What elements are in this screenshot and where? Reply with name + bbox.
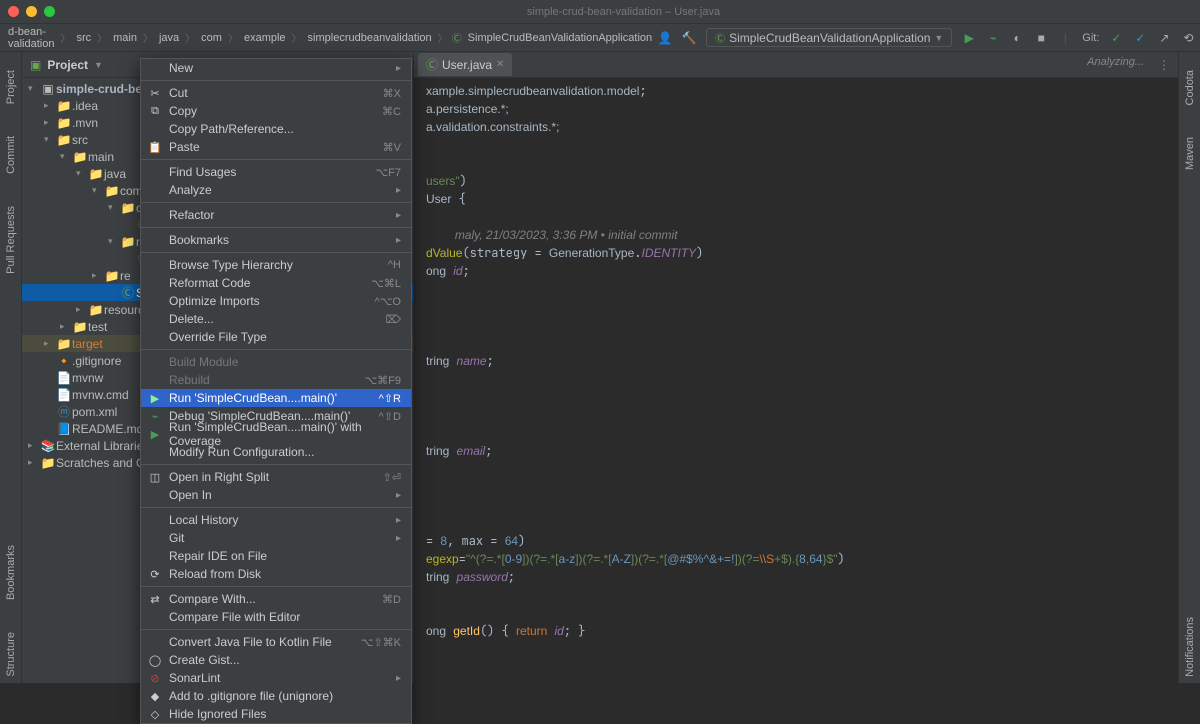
editor-tab[interactable]: Ⓒ User.java ✕ — [418, 53, 512, 76]
tab-label: User.java — [442, 58, 492, 72]
git-label: Git: — [1082, 32, 1099, 44]
github-icon: ◯ — [147, 654, 163, 667]
breadcrumb[interactable]: com — [199, 32, 224, 44]
menu-compare[interactable]: ⇄Compare With...⌘D — [141, 590, 411, 608]
menu-override[interactable]: Override File Type — [141, 328, 411, 346]
scissors-icon: ✂ — [147, 87, 163, 100]
sidebar-tab-notifications[interactable]: Notifications — [1184, 611, 1196, 683]
stop-icon[interactable]: ■ — [1034, 31, 1048, 45]
coverage-icon: ▶ — [147, 428, 163, 441]
debug-icon[interactable]: ⌁ — [986, 31, 1000, 45]
git-history-icon[interactable]: ⟲ — [1181, 31, 1195, 45]
context-menu: New▸ ✂Cut⌘X ⧉Copy⌘C Copy Path/Reference.… — [140, 58, 412, 724]
menu-new[interactable]: New▸ — [141, 59, 411, 77]
menu-coverage[interactable]: ▶Run 'SimpleCrudBean....main()' with Cov… — [141, 425, 411, 443]
menu-cut[interactable]: ✂Cut⌘X — [141, 84, 411, 102]
menu-delete[interactable]: Delete...⌦ — [141, 310, 411, 328]
menu-copy[interactable]: ⧉Copy⌘C — [141, 102, 411, 120]
run-config-icon: Ⓒ — [715, 30, 725, 45]
close-window[interactable] — [8, 6, 19, 17]
gitignore-icon: ◆ — [147, 690, 163, 703]
menu-copypath[interactable]: Copy Path/Reference... — [141, 120, 411, 138]
chevron-down-icon: ▼ — [934, 33, 943, 43]
git-push-icon[interactable]: ↗ — [1157, 31, 1171, 45]
menu-opensplit[interactable]: ◫Open in Right Split⇧⏎ — [141, 468, 411, 486]
menu-browsetype[interactable]: Browse Type Hierarchy^H — [141, 256, 411, 274]
menu-refactor[interactable]: Refactor▸ — [141, 206, 411, 224]
menu-git[interactable]: Git▸ — [141, 529, 411, 547]
window-title: simple-crud-bean-validation – User.java — [55, 6, 1192, 18]
coverage-icon[interactable]: ◐ — [1010, 31, 1024, 45]
chevron-icon: 〉 — [60, 30, 70, 45]
menu-kotlin[interactable]: Convert Java File to Kotlin File⌥⇧⌘K — [141, 633, 411, 651]
menu-findusages[interactable]: Find Usages⌥F7 — [141, 163, 411, 181]
run-config-dropdown[interactable]: Ⓒ SimpleCrudBeanValidationApplication ▼ — [706, 28, 952, 47]
menu-reload[interactable]: ⟳Reload from Disk — [141, 565, 411, 583]
menu-localhist[interactable]: Local History▸ — [141, 511, 411, 529]
breadcrumb[interactable]: src — [74, 32, 93, 44]
reload-icon: ⟳ — [147, 568, 163, 581]
java-class-icon: Ⓒ — [426, 56, 438, 73]
hammer-icon[interactable]: 🔨 — [682, 31, 696, 45]
code-editor[interactable]: xample.simplecrudbeanvalidation.model; a… — [414, 78, 1178, 644]
maximize-window[interactable] — [44, 6, 55, 17]
run-config-label: SimpleCrudBeanValidationApplication — [729, 31, 930, 45]
breadcrumb[interactable]: d-bean-validation — [6, 26, 56, 50]
tab-options-icon[interactable]: ⋮ — [1150, 58, 1178, 72]
menu-rebuild: Rebuild⌥⌘F9 — [141, 371, 411, 389]
menu-hideign[interactable]: ◇Hide Ignored Files — [141, 705, 411, 723]
breadcrumb[interactable]: simplecrudbeanvalidation — [306, 32, 434, 44]
panel-title: Project — [47, 58, 88, 72]
minimize-window[interactable] — [26, 6, 37, 17]
menu-gist[interactable]: ◯Create Gist... — [141, 651, 411, 669]
analyzing-status: Analyzing... — [1087, 56, 1144, 68]
menu-optimize[interactable]: Optimize Imports^⌥O — [141, 292, 411, 310]
menu-repair[interactable]: Repair IDE on File — [141, 547, 411, 565]
sidebar-tab-maven[interactable]: Maven — [1184, 131, 1196, 176]
breadcrumb[interactable]: SimpleCrudBeanValidationApplication — [466, 32, 654, 44]
menu-modify[interactable]: Modify Run Configuration... — [141, 443, 411, 461]
sidebar-tab-codota[interactable]: Codota — [1184, 64, 1196, 111]
user-icon[interactable]: 👤 — [658, 31, 672, 45]
menu-build: Build Module — [141, 353, 411, 371]
menu-sonar[interactable]: ⊘SonarLint▸ — [141, 669, 411, 687]
chevron-down-icon[interactable]: ▼ — [94, 60, 103, 70]
close-tab-icon[interactable]: ✕ — [496, 59, 504, 70]
sidebar-tab-structure[interactable]: Structure — [5, 626, 17, 683]
sidebar-tab-project[interactable]: Project — [5, 64, 17, 110]
menu-openin[interactable]: Open In▸ — [141, 486, 411, 504]
project-icon: ▣ — [30, 58, 41, 72]
sidebar-tab-pullrequests[interactable]: Pull Requests — [5, 200, 17, 280]
gitignore-icon: ◇ — [147, 708, 163, 721]
copy-icon: ⧉ — [147, 105, 163, 118]
split-icon: ◫ — [147, 471, 163, 484]
paste-icon: 📋 — [147, 141, 163, 154]
sidebar-tab-bookmarks[interactable]: Bookmarks — [5, 539, 17, 606]
menu-reformat[interactable]: Reformat Code⌥⌘L — [141, 274, 411, 292]
menu-analyze[interactable]: Analyze▸ — [141, 181, 411, 199]
menu-comparefile[interactable]: Compare File with Editor — [141, 608, 411, 626]
menu-run[interactable]: ▶Run 'SimpleCrudBean....main()'^⇧R — [141, 389, 411, 407]
compare-icon: ⇄ — [147, 593, 163, 606]
breadcrumb[interactable]: java — [157, 32, 181, 44]
git-commit-icon[interactable]: ✓ — [1109, 31, 1123, 45]
menu-bookmarks[interactable]: Bookmarks▸ — [141, 231, 411, 249]
breadcrumb[interactable]: example — [242, 32, 288, 44]
run-icon[interactable]: ▶ — [962, 31, 976, 45]
bug-icon: ⌁ — [147, 410, 163, 423]
menu-paste[interactable]: 📋Paste⌘V — [141, 138, 411, 156]
breadcrumb[interactable]: main — [111, 32, 139, 44]
play-icon: ▶ — [147, 392, 163, 405]
sidebar-tab-commit[interactable]: Commit — [5, 130, 17, 180]
class-icon: Ⓒ — [452, 30, 462, 45]
menu-addign[interactable]: ◆Add to .gitignore file (unignore) — [141, 687, 411, 705]
git-update-icon[interactable]: ✓ — [1133, 31, 1147, 45]
